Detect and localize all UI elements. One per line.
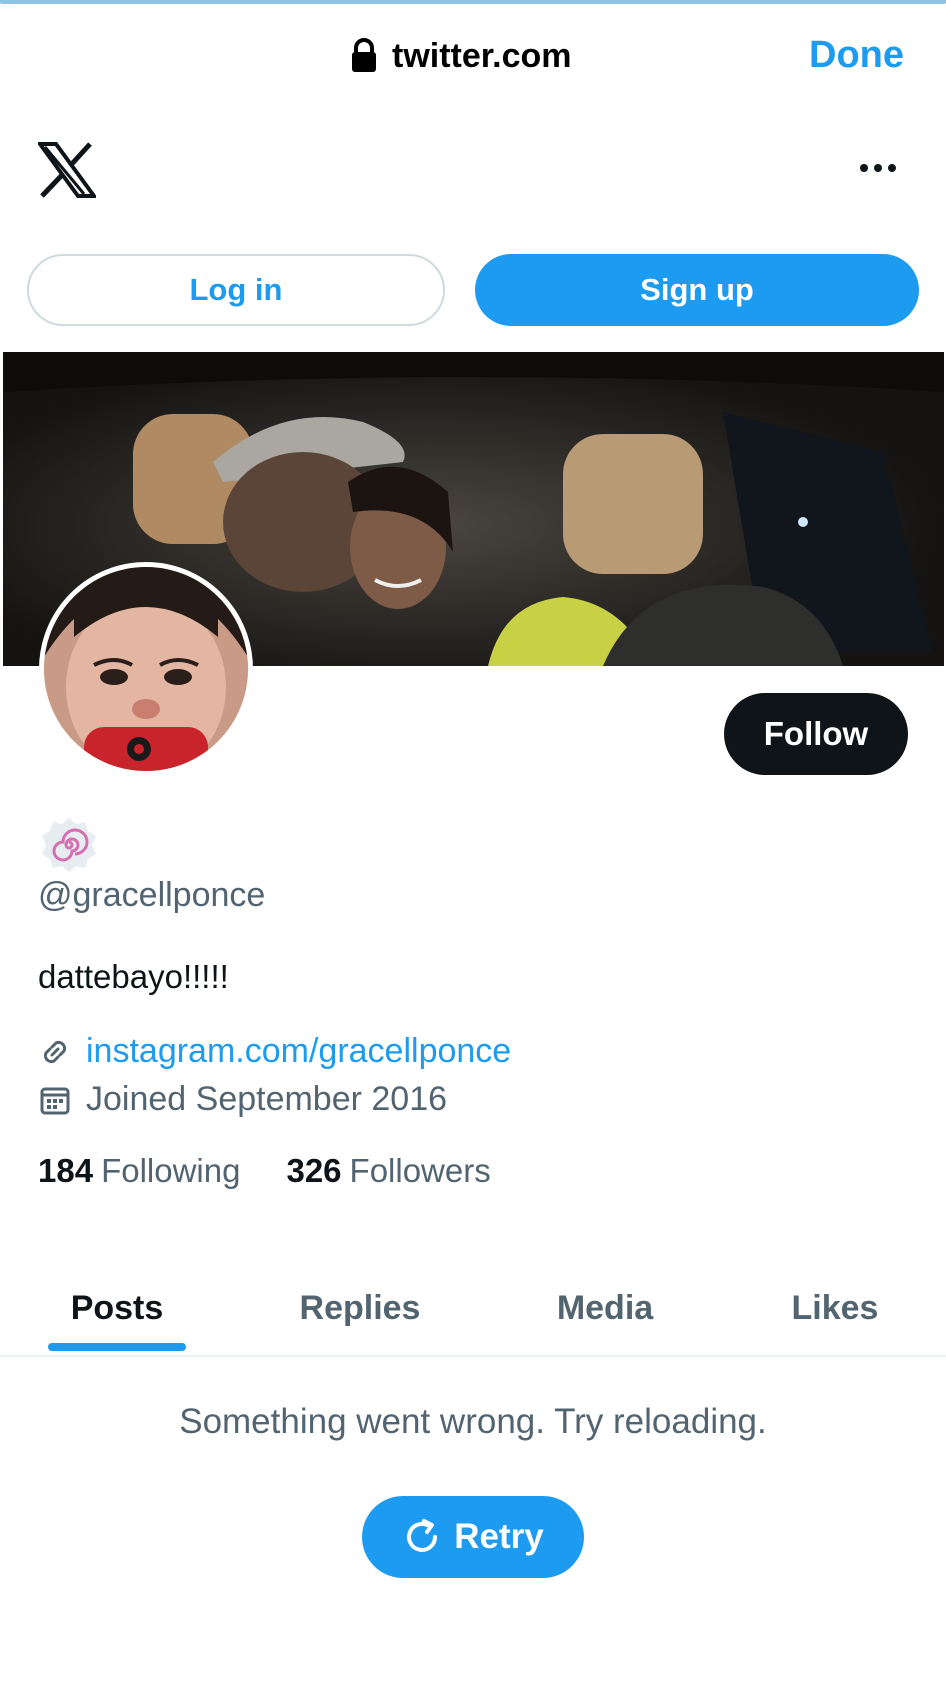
more-icon[interactable] [858,154,898,182]
following-count: 184 [38,1152,94,1189]
active-tab-indicator [48,1343,186,1351]
profile-link[interactable]: instagram.com/gracellponce [86,1032,511,1071]
tab-media[interactable]: Media [530,1260,680,1356]
follow-button[interactable]: Follow [724,693,908,775]
signup-button[interactable]: Sign up [475,254,919,326]
profile-bio: dattebayo!!!!! [38,958,229,995]
following-label: Following [101,1152,241,1189]
tabs-divider [0,1355,946,1357]
refresh-icon [407,1519,438,1552]
retry-button[interactable]: Retry [362,1496,584,1578]
tab-likes[interactable]: Likes [770,1260,900,1356]
follow-stats: 184 Following 326 Followers [38,1152,491,1190]
profile-tabs: Posts Replies Media Likes [0,1260,946,1356]
url-text: twitter.com [392,36,572,75]
url-display[interactable]: twitter.com [350,36,571,76]
joined-date-row: Joined September 2016 [38,1080,447,1119]
tab-replies[interactable]: Replies [280,1260,440,1356]
lock-icon [352,38,376,72]
login-button[interactable]: Log in [27,254,445,326]
calendar-icon [40,1087,70,1114]
tab-posts[interactable]: Posts [48,1260,186,1356]
joined-date: Joined September 2016 [86,1080,448,1118]
followers-stat[interactable]: 326 Followers [286,1152,490,1190]
following-stat[interactable]: 184 Following [38,1152,240,1190]
link-icon [43,1040,67,1063]
error-message: Something went wrong. Try reloading. [179,1402,767,1441]
profile-avatar[interactable] [39,562,253,776]
profile-handle: @gracellponce [38,876,266,914]
x-logo-icon[interactable] [36,142,98,198]
retry-label: Retry [454,1517,544,1556]
followers-label: Followers [349,1152,491,1189]
profile-link-row[interactable]: instagram.com/gracellponce [38,1032,511,1071]
spiral-badge-icon [40,816,98,874]
followers-count: 326 [286,1152,342,1189]
done-button[interactable]: Done [809,34,904,77]
